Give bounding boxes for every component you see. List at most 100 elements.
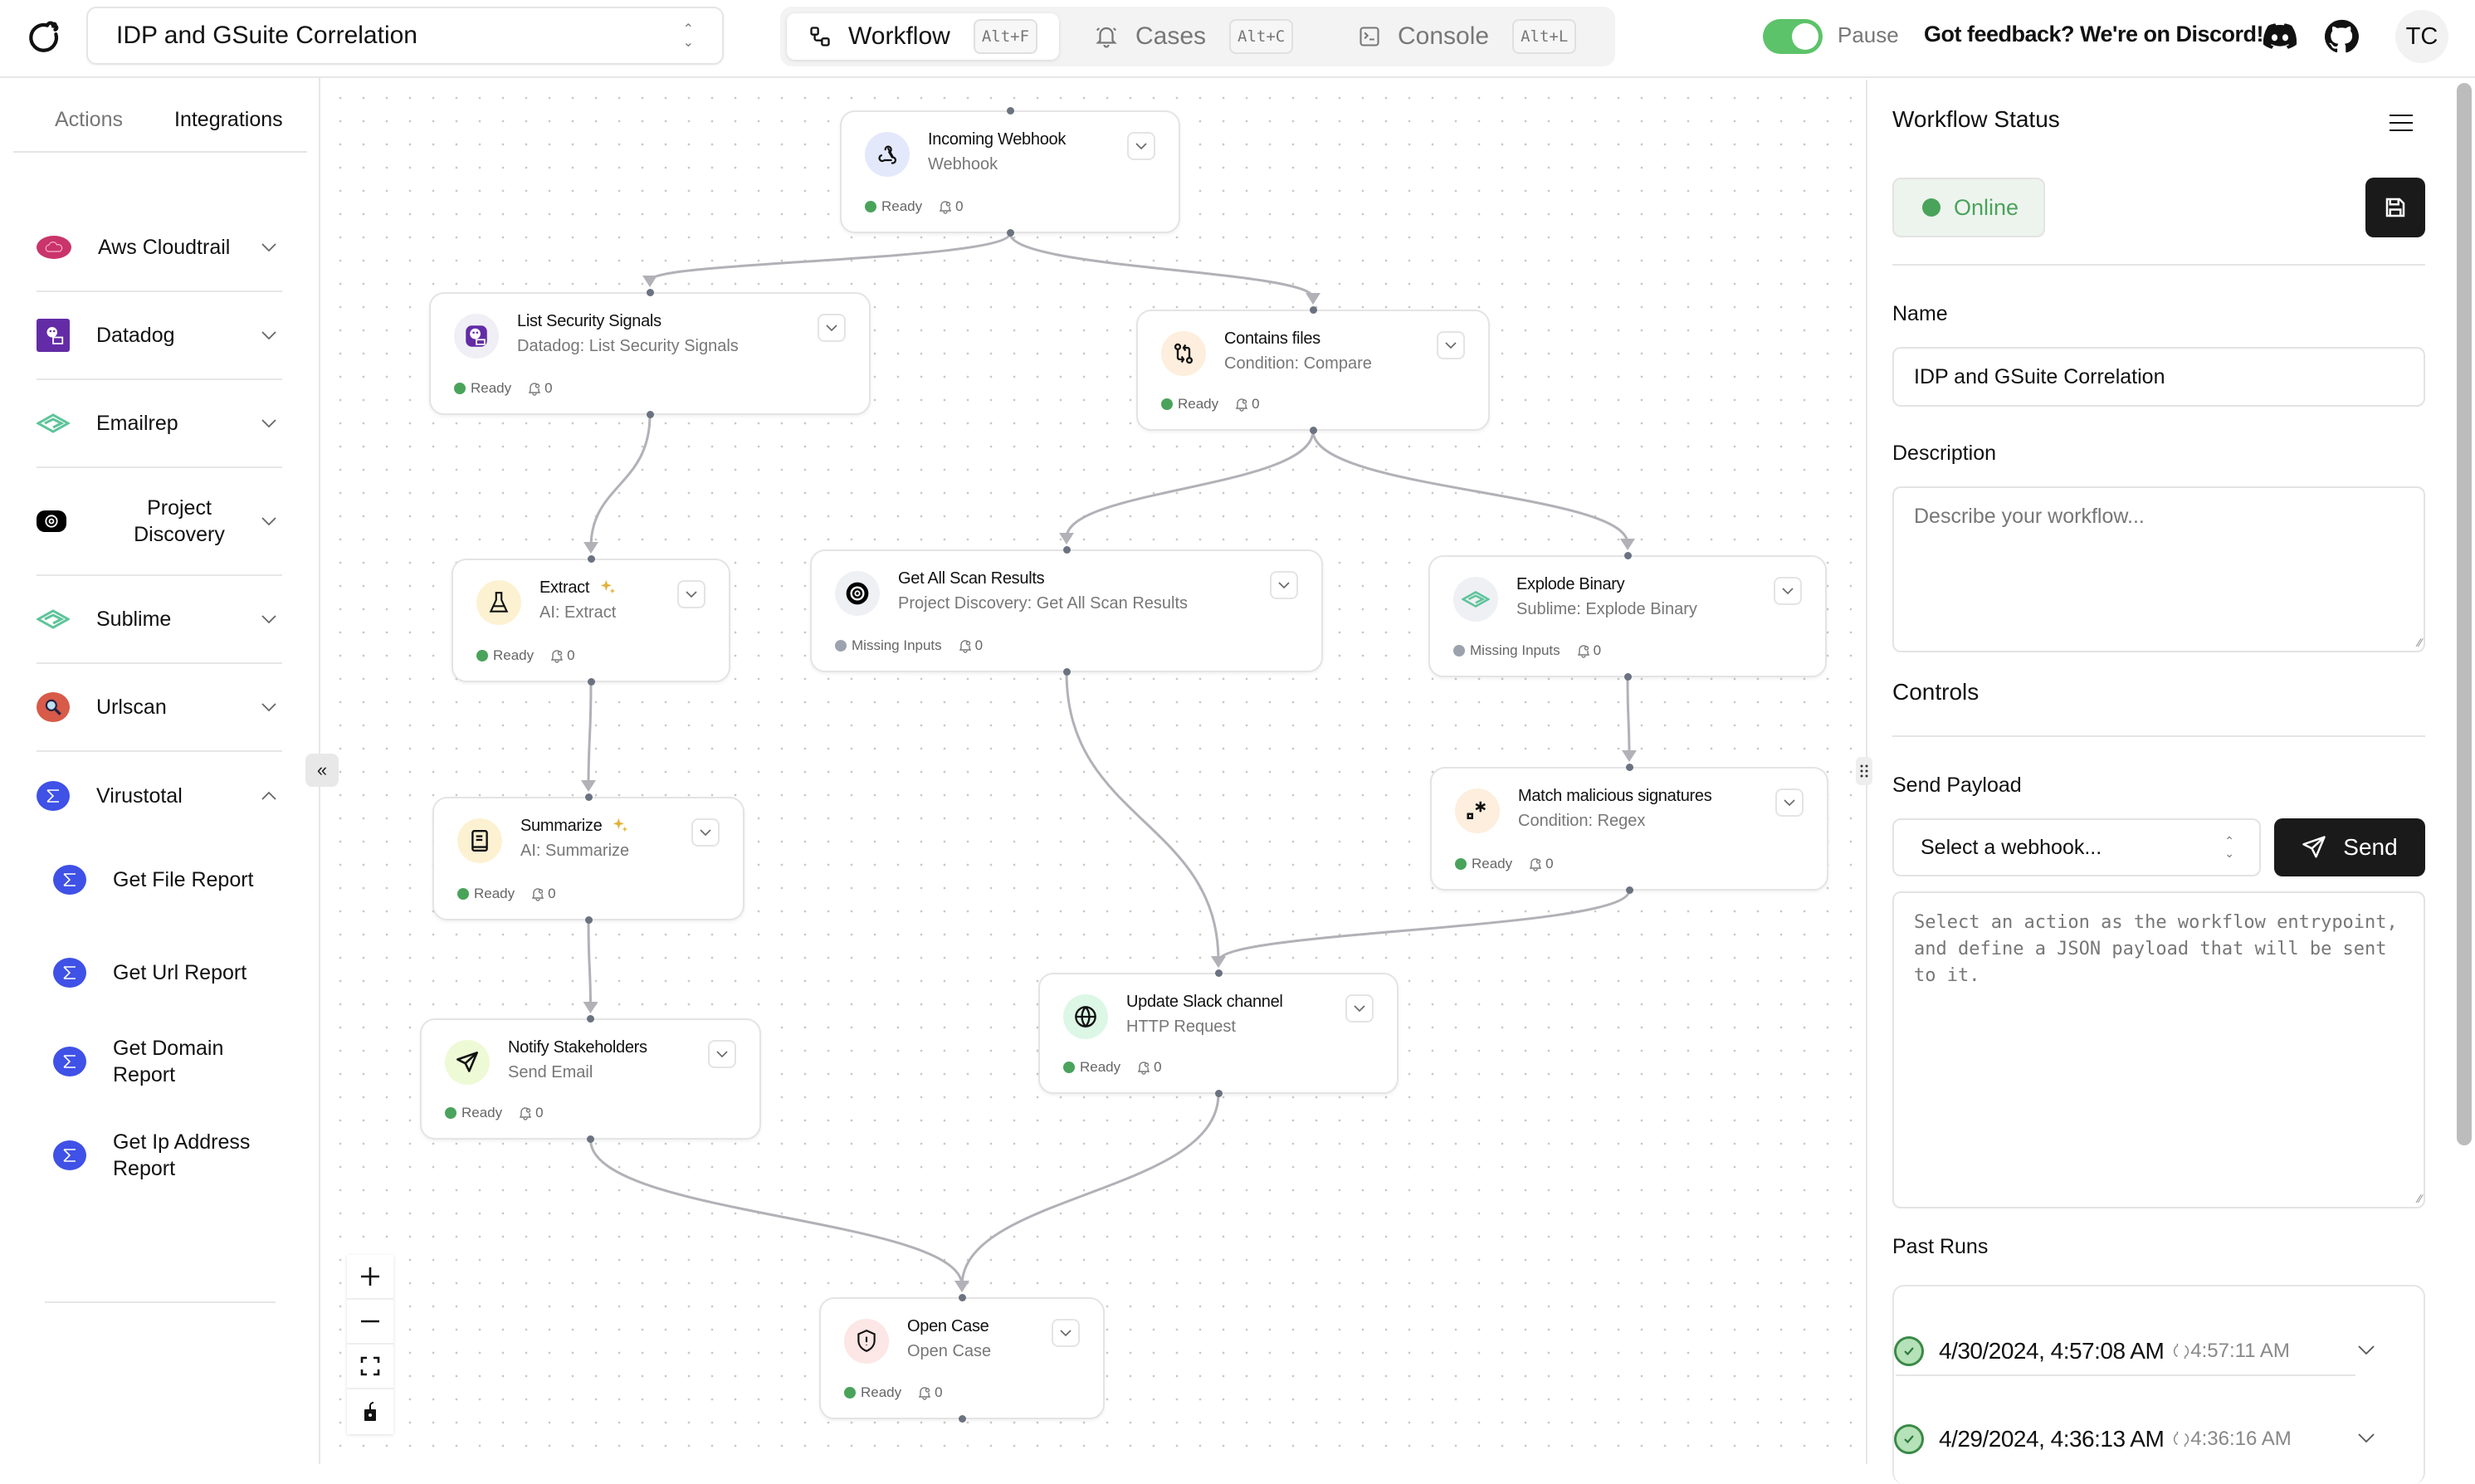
edge-webhook-to-list-signals[interactable] xyxy=(648,232,1012,282)
node-status: Ready 0 xyxy=(454,380,553,397)
edge-slack-to-open-case[interactable] xyxy=(960,1093,1220,1286)
description-textarea[interactable]: Describe your workflow... ∕∕ xyxy=(1892,486,2425,652)
node-menu-button[interactable] xyxy=(677,580,705,608)
workflow-node-match[interactable]: Match malicious signatures Condition: Re… xyxy=(1430,767,1828,891)
node-menu-button[interactable] xyxy=(1127,132,1155,160)
fit-view-button[interactable] xyxy=(347,1345,393,1389)
discord-icon[interactable] xyxy=(2263,22,2297,51)
edge-match-to-slack[interactable] xyxy=(1217,890,1631,962)
workflow-node-webhook[interactable]: Incoming Webhook Webhook Ready 0 xyxy=(840,110,1180,233)
node-handle-top[interactable] xyxy=(587,555,595,563)
integration-project-discovery[interactable]: Project Discovery xyxy=(37,468,282,576)
integration-datadog[interactable]: Datadog xyxy=(37,292,282,380)
integration-emailrep[interactable]: Emailrep xyxy=(37,380,282,468)
node-menu-button[interactable] xyxy=(1775,788,1804,817)
run-item[interactable]: 4/30/2024, 4:57:08 AM 4:57:11 AM xyxy=(1894,1336,2375,1366)
node-handle-bottom[interactable] xyxy=(1006,229,1014,237)
node-menu-button[interactable] xyxy=(1437,331,1465,359)
workflow-node-explode[interactable]: Explode Binary Sublime: Explode Binary M… xyxy=(1428,555,1827,677)
node-menu-button[interactable] xyxy=(1052,1319,1080,1347)
workflow-node-extract[interactable]: Extract AI: Extract Ready 0 xyxy=(452,559,730,682)
node-menu-button[interactable] xyxy=(1774,577,1802,605)
node-handle-top[interactable] xyxy=(1309,306,1317,314)
node-handle-top[interactable] xyxy=(646,289,654,296)
node-handle-bottom[interactable] xyxy=(1309,427,1317,434)
run-start: 4/30/2024, 4:57:08 AM xyxy=(1939,1338,2165,1364)
node-handle-top[interactable] xyxy=(958,1294,966,1301)
node-handle-top[interactable] xyxy=(587,1015,594,1023)
run-item[interactable]: 4/29/2024, 4:36:13 AM 4:36:16 AM xyxy=(1894,1424,2375,1454)
node-handle-bottom[interactable] xyxy=(1214,1090,1223,1097)
action-get-file-report[interactable]: Get File Report xyxy=(53,863,269,896)
workflow-node-summarize[interactable]: Summarize AI: Summarize Ready 0 xyxy=(432,797,744,920)
tab-cases[interactable]: Cases Alt+C xyxy=(1094,13,1294,60)
edge-notify-to-open-case[interactable] xyxy=(589,1139,964,1286)
node-handle-bottom[interactable] xyxy=(1625,886,1633,894)
edge-extract-to-summarize[interactable] xyxy=(587,681,593,786)
node-handle-top[interactable] xyxy=(1062,546,1071,554)
edge-summarize-to-notify[interactable] xyxy=(587,920,592,1008)
payload-textarea[interactable]: Select an action as the workflow entrypo… xyxy=(1892,891,2425,1208)
workflow-select[interactable]: IDP and GSuite Correlation ⌃ ⌄ xyxy=(86,7,724,65)
sidebar-tab-integrations[interactable]: Integrations xyxy=(174,108,283,132)
save-button[interactable] xyxy=(2365,178,2425,237)
workflow-node-open-case[interactable]: Open Case Open Case Ready 0 xyxy=(819,1297,1105,1419)
node-menu-button[interactable] xyxy=(818,314,846,342)
node-menu-button[interactable] xyxy=(1345,994,1374,1023)
toggle-lock-button[interactable] xyxy=(347,1389,393,1434)
node-handle-bottom[interactable] xyxy=(1623,673,1632,681)
node-handle-bottom[interactable] xyxy=(584,916,593,924)
github-icon[interactable] xyxy=(2324,18,2359,55)
feedback-link[interactable]: Got feedback? We're on Discord! xyxy=(1924,22,2264,47)
integration-virustotal[interactable]: Virustotal xyxy=(37,752,282,840)
sidebar-tab-actions[interactable]: Actions xyxy=(55,108,123,132)
panel-resize-handle[interactable] xyxy=(1856,757,1872,785)
tab-workflow[interactable]: Workflow Alt+F xyxy=(787,13,1060,60)
node-handle-bottom[interactable] xyxy=(646,411,654,418)
node-handle-top[interactable] xyxy=(584,793,593,801)
workflow-canvas[interactable]: Incoming Webhook Webhook Ready 0 List Se… xyxy=(322,80,1864,1464)
integration-aws-cloudtrail[interactable]: Aws Cloudtrail xyxy=(37,204,282,292)
user-avatar[interactable]: TC xyxy=(2395,10,2448,63)
tab-console[interactable]: Console Alt+L xyxy=(1358,13,1577,60)
zoom-out-button[interactable] xyxy=(347,1300,393,1345)
panel-scrollbar[interactable] xyxy=(2457,83,2472,1145)
menu-icon[interactable] xyxy=(2389,113,2414,133)
collapse-sidebar-button[interactable]: « xyxy=(305,754,339,787)
bell-icon xyxy=(1137,1060,1150,1075)
workflow-select-value: IDP and GSuite Correlation xyxy=(116,22,417,49)
node-handle-top[interactable] xyxy=(1623,552,1632,559)
workflow-node-slack[interactable]: Update Slack channel HTTP Request Ready … xyxy=(1038,973,1399,1094)
edge-list-signals-to-extract[interactable] xyxy=(589,414,652,548)
node-handle-bottom[interactable] xyxy=(587,678,595,686)
workflow-node-scan-results[interactable]: Get All Scan Results Project Discovery: … xyxy=(810,549,1323,672)
webhook-select[interactable]: Select a webhook... ⌃ ⌄ xyxy=(1892,818,2261,876)
node-handle-top[interactable] xyxy=(1625,764,1633,771)
node-handle-bottom[interactable] xyxy=(587,1135,594,1143)
workflow-node-contains-files[interactable]: Contains files Condition: Compare Ready … xyxy=(1136,310,1490,431)
node-menu-button[interactable] xyxy=(691,818,720,847)
edge-webhook-to-contains-files[interactable] xyxy=(1008,232,1315,299)
edge-explode-to-match[interactable] xyxy=(1626,676,1631,756)
workflow-node-list-signals[interactable]: List Security Signals Datadog: List Secu… xyxy=(429,292,871,415)
action-get-ip-address-report[interactable]: Get Ip Address Report xyxy=(53,1129,261,1182)
node-handle-bottom[interactable] xyxy=(958,1415,966,1423)
integration-urlscan[interactable]: Urlscan xyxy=(37,664,282,752)
integration-sublime[interactable]: Sublime xyxy=(37,576,282,664)
node-menu-button[interactable] xyxy=(708,1040,736,1068)
action-get-domain-report[interactable]: Get Domain Report xyxy=(53,1035,252,1088)
node-handle-bottom[interactable] xyxy=(1062,668,1071,676)
node-handle-top[interactable] xyxy=(1214,969,1223,977)
app-logo-icon[interactable] xyxy=(25,18,63,56)
edge-contains-files-to-scan-results[interactable] xyxy=(1065,430,1315,539)
edge-contains-files-to-explode[interactable] xyxy=(1311,430,1629,544)
node-handle-top[interactable] xyxy=(1006,107,1014,115)
action-get-url-report[interactable]: Get Url Report xyxy=(53,956,269,989)
zoom-in-button[interactable] xyxy=(347,1255,393,1300)
workflow-node-notify[interactable]: Notify Stakeholders Send Email Ready 0 xyxy=(420,1018,761,1140)
edge-scan-results-to-slack[interactable] xyxy=(1065,671,1220,962)
pause-toggle[interactable] xyxy=(1763,19,1823,54)
node-menu-button[interactable] xyxy=(1270,571,1298,599)
name-input[interactable]: IDP and GSuite Correlation xyxy=(1892,347,2425,407)
send-button[interactable]: Send xyxy=(2274,818,2425,876)
